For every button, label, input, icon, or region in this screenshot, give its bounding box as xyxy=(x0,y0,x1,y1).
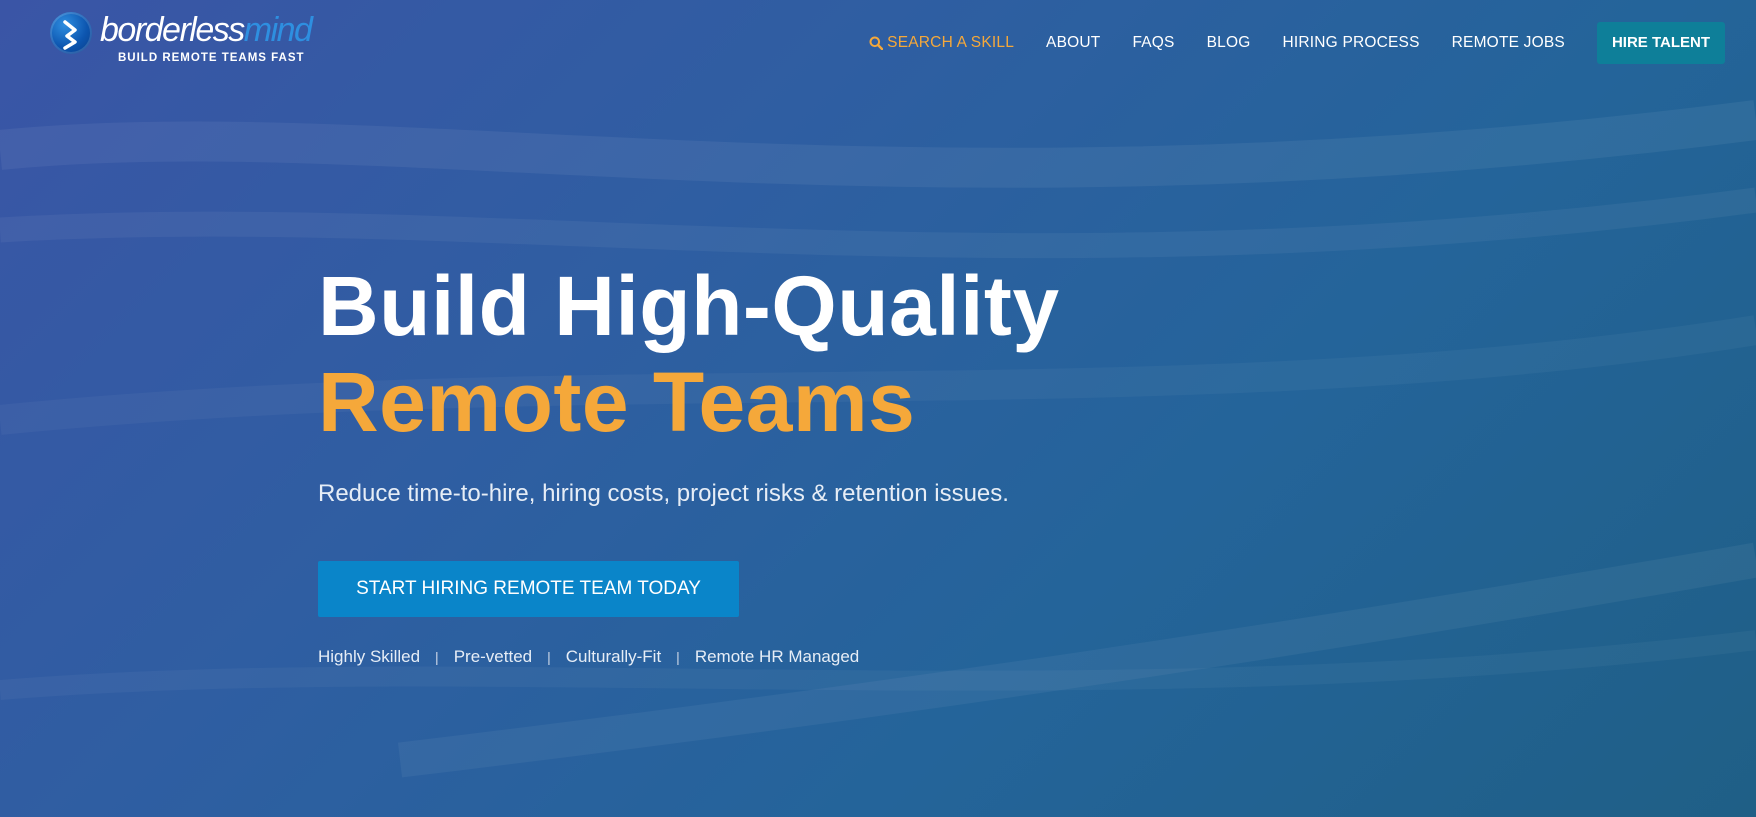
hero-section: Build High-Quality Remote Teams Reduce t… xyxy=(318,258,1060,667)
start-hiring-button[interactable]: START HIRING REMOTE TEAM TODAY xyxy=(318,561,739,617)
brand-name: borderlessmind xyxy=(100,10,313,50)
nav-item-remote-jobs[interactable]: REMOTE JOBS xyxy=(1452,34,1565,52)
feature-list: Highly Skilled | Pre-vetted | Culturally… xyxy=(318,647,1060,667)
hero-subtitle: Reduce time-to-hire, hiring costs, proje… xyxy=(318,480,1009,507)
nav-search-label: SEARCH A SKILL xyxy=(887,34,1015,51)
brand-name-part2: mind xyxy=(243,11,313,49)
nav-item-faqs[interactable]: FAQS xyxy=(1132,34,1174,52)
nav-search-skill[interactable]: SEARCH A SKILL xyxy=(869,34,1014,52)
main-nav: SEARCH A SKILL ABOUT FAQS BLOG HIRING PR… xyxy=(869,22,1756,64)
logo-mark-icon xyxy=(50,12,92,54)
search-icon xyxy=(869,36,884,51)
nav-item-about[interactable]: ABOUT xyxy=(1046,34,1100,52)
brand-logo[interactable]: borderlessmind BUILD REMOTE TEAMS FAST xyxy=(50,10,313,68)
feature-separator: | xyxy=(547,649,551,665)
feature-separator: | xyxy=(676,649,680,665)
feature-item: Pre-vetted xyxy=(453,647,533,666)
brand-name-part1: borderless xyxy=(100,11,245,49)
nav-item-blog[interactable]: BLOG xyxy=(1207,34,1251,52)
hero-title-line2: Remote Teams xyxy=(318,355,916,449)
brand-tagline: BUILD REMOTE TEAMS FAST xyxy=(118,52,305,64)
feature-item: Remote HR Managed xyxy=(694,647,860,666)
hire-talent-button[interactable]: HIRE TALENT xyxy=(1596,22,1725,64)
hero-title-line1: Build High-Quality xyxy=(318,259,1060,353)
nav-item-hiring-process[interactable]: HIRING PROCESS xyxy=(1282,34,1419,52)
feature-item: Culturally-Fit xyxy=(565,647,662,666)
feature-item: Highly Skilled xyxy=(318,647,421,666)
feature-separator: | xyxy=(435,649,439,665)
site-header: borderlessmind BUILD REMOTE TEAMS FAST S… xyxy=(0,0,1756,86)
